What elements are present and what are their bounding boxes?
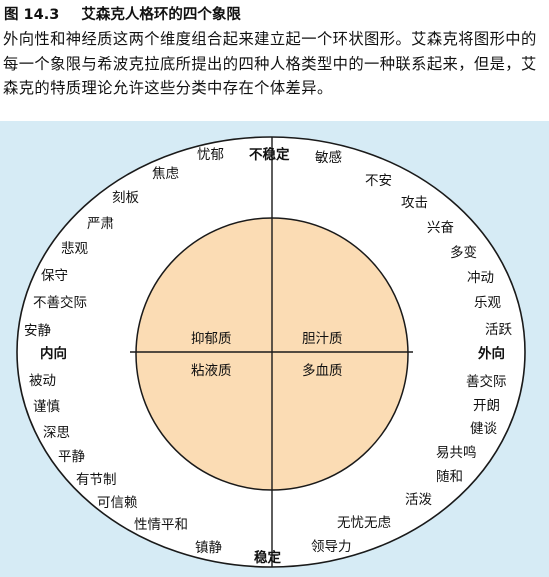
trait-label: 性情平和 [134, 517, 188, 533]
trait-label: 平静 [58, 449, 85, 465]
trait-label: 不安 [365, 173, 392, 189]
trait-label: 兴奋 [427, 220, 454, 236]
trait-label: 刻板 [112, 190, 139, 206]
axis-label-right: 外向 [478, 345, 505, 362]
personality-circle-diagram: 不稳定 稳定 内向 外向 抑郁质 胆汁质 粘液质 多血质 忧郁 焦虑 刻板 严肃… [16, 136, 526, 568]
axis-label-left: 内向 [40, 345, 67, 362]
trait-label: 领导力 [311, 539, 352, 555]
trait-label: 不善交际 [33, 294, 87, 311]
temperament-upper-right: 胆汁质 [302, 331, 343, 347]
trait-label: 随和 [436, 469, 463, 485]
temperament-upper-left: 抑郁质 [191, 331, 232, 347]
axis-label-top: 不稳定 [249, 146, 290, 163]
trait-label: 镇静 [195, 540, 222, 556]
trait-label: 敏感 [315, 149, 342, 166]
trait-label: 善交际 [466, 373, 507, 390]
trait-label: 悲观 [61, 240, 88, 257]
trait-label: 多变 [450, 244, 477, 261]
trait-label: 无忧无虑 [337, 515, 391, 531]
trait-label: 冲动 [467, 270, 494, 286]
trait-label: 健谈 [470, 421, 497, 437]
trait-label: 有节制 [76, 472, 117, 488]
trait-label: 保守 [41, 268, 68, 284]
trait-label: 深思 [43, 425, 70, 441]
temperament-lower-right: 多血质 [302, 362, 343, 379]
axis-label-bottom: 稳定 [254, 549, 281, 566]
trait-label: 谨慎 [33, 399, 60, 415]
trait-label: 严肃 [87, 216, 114, 232]
trait-label: 易共鸣 [436, 444, 477, 461]
trait-label: 开朗 [473, 398, 500, 414]
trait-label: 忧郁 [197, 147, 224, 163]
trait-label: 攻击 [401, 195, 428, 211]
trait-label: 可信赖 [97, 495, 138, 511]
trait-label: 安静 [24, 323, 51, 339]
trait-label: 乐观 [474, 295, 501, 311]
trait-label: 焦虑 [152, 166, 179, 182]
trait-label: 活跃 [485, 322, 513, 338]
trait-label: 被动 [29, 373, 56, 389]
temperament-lower-left: 粘液质 [191, 363, 232, 379]
trait-label: 活泼 [405, 492, 432, 508]
